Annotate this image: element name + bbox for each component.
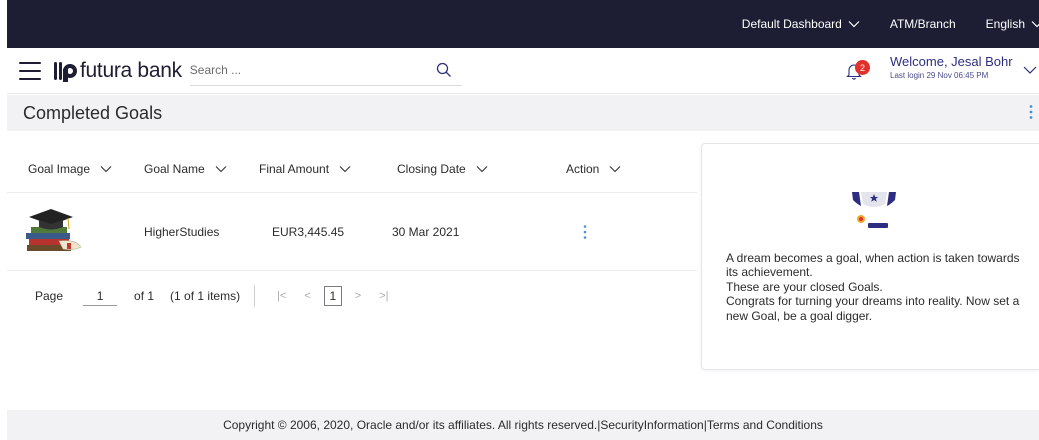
info-line-3: Congrats for turning your dreams into re… (726, 294, 1020, 323)
notification-bell[interactable]: 2 (845, 58, 871, 82)
last-login-text: Last login 29 Nov 06:45 PM (890, 71, 989, 80)
goal-image-cell (7, 205, 129, 258)
default-dashboard-dropdown[interactable]: Default Dashboard (742, 17, 860, 31)
top-bar: Default Dashboard ATM/Branch English (7, 0, 1039, 48)
pager-divider (254, 285, 256, 307)
footer: Copyright © 2006, 2020, Oracle and/or it… (7, 410, 1039, 440)
search-box (189, 56, 462, 86)
closing-date-cell: 30 Mar 2021 (392, 224, 460, 239)
default-dashboard-label: Default Dashboard (741, 17, 842, 31)
atm-branch-link[interactable]: ATM/Branch (890, 17, 956, 31)
copyright-text: Copyright © 2006, 2020, Oracle and/or it… (223, 418, 823, 432)
info-message: A dream becomes a goal, when action is t… (726, 251, 1032, 323)
bank-logo[interactable]: futura bank (53, 59, 182, 83)
final-amount-cell: EUR3,445.45 (272, 224, 345, 239)
column-header-goal-name[interactable]: Goal Name (129, 162, 244, 176)
welcome-text: Welcome, Jesal Bohr (890, 54, 1013, 69)
atm-branch-label: ATM/Branch (889, 17, 956, 31)
previous-page-icon[interactable]: < (304, 290, 310, 302)
language-dropdown[interactable]: English (986, 17, 1039, 31)
goal-info-card: A dream becomes a goal, when action is t… (701, 143, 1039, 370)
bank-logo-icon (54, 61, 77, 82)
chevron-down-icon (609, 165, 621, 172)
table-header: Goal Image Goal Name Final Amount Closin… (7, 145, 697, 193)
pagination: Page of 1 (1 of 1 items) |< < 1 > >| (7, 285, 398, 307)
language-label: English (985, 17, 1025, 31)
bank-logo-text: futura bank (80, 58, 182, 82)
action-cell (552, 224, 662, 240)
kebab-menu-icon[interactable] (1029, 104, 1033, 120)
column-header-goal-image[interactable]: Goal Image (7, 162, 129, 176)
items-count-label: (1 of 1 items) (170, 289, 241, 303)
graduation-cap-books-image (26, 209, 82, 251)
chevron-down-icon (339, 165, 351, 172)
next-page-icon[interactable]: > (355, 290, 361, 302)
user-menu[interactable]: Welcome, Jesal Bohr Last login 29 Nov 06… (890, 54, 1013, 80)
search-input[interactable] (189, 63, 430, 77)
page-title: Completed Goals (23, 102, 163, 123)
hamburger-menu-icon[interactable] (19, 61, 41, 80)
info-line-2: These are your closed Goals. (726, 279, 883, 294)
column-header-action[interactable]: Action (552, 162, 662, 176)
chevron-down-icon[interactable] (1023, 64, 1037, 76)
table-row[interactable]: HigherStudies EUR3,445.45 30 Mar 2021 (7, 193, 697, 271)
chevron-down-icon (848, 21, 860, 28)
app-header: futura bank 2 Welcome, Jesal Bohr Last l… (7, 48, 1039, 94)
notification-count-badge: 2 (855, 60, 870, 75)
completed-goals-table: Goal Image Goal Name Final Amount Closin… (7, 145, 697, 271)
chevron-down-icon (215, 165, 227, 172)
column-header-closing-date[interactable]: Closing Date (382, 162, 552, 176)
goal-name-cell: HigherStudies (144, 224, 220, 239)
current-page-button[interactable]: 1 (323, 286, 342, 306)
page-of-label: of 1 (134, 289, 155, 303)
first-page-icon[interactable]: |< (277, 290, 286, 302)
page-label: Page (35, 289, 64, 303)
trophy-icon (852, 192, 896, 228)
chevron-down-icon (476, 165, 488, 172)
search-icon[interactable] (436, 62, 452, 78)
page-number-input[interactable] (83, 286, 118, 306)
column-header-final-amount[interactable]: Final Amount (244, 162, 382, 176)
chevron-down-icon (100, 165, 112, 172)
kebab-menu-icon[interactable] (583, 224, 587, 240)
last-page-icon[interactable]: >| (379, 290, 388, 302)
page-title-bar: Completed Goals (7, 95, 1039, 131)
info-line-1: A dream becomes a goal, when action is t… (726, 251, 1020, 280)
chevron-down-icon (1031, 21, 1039, 28)
